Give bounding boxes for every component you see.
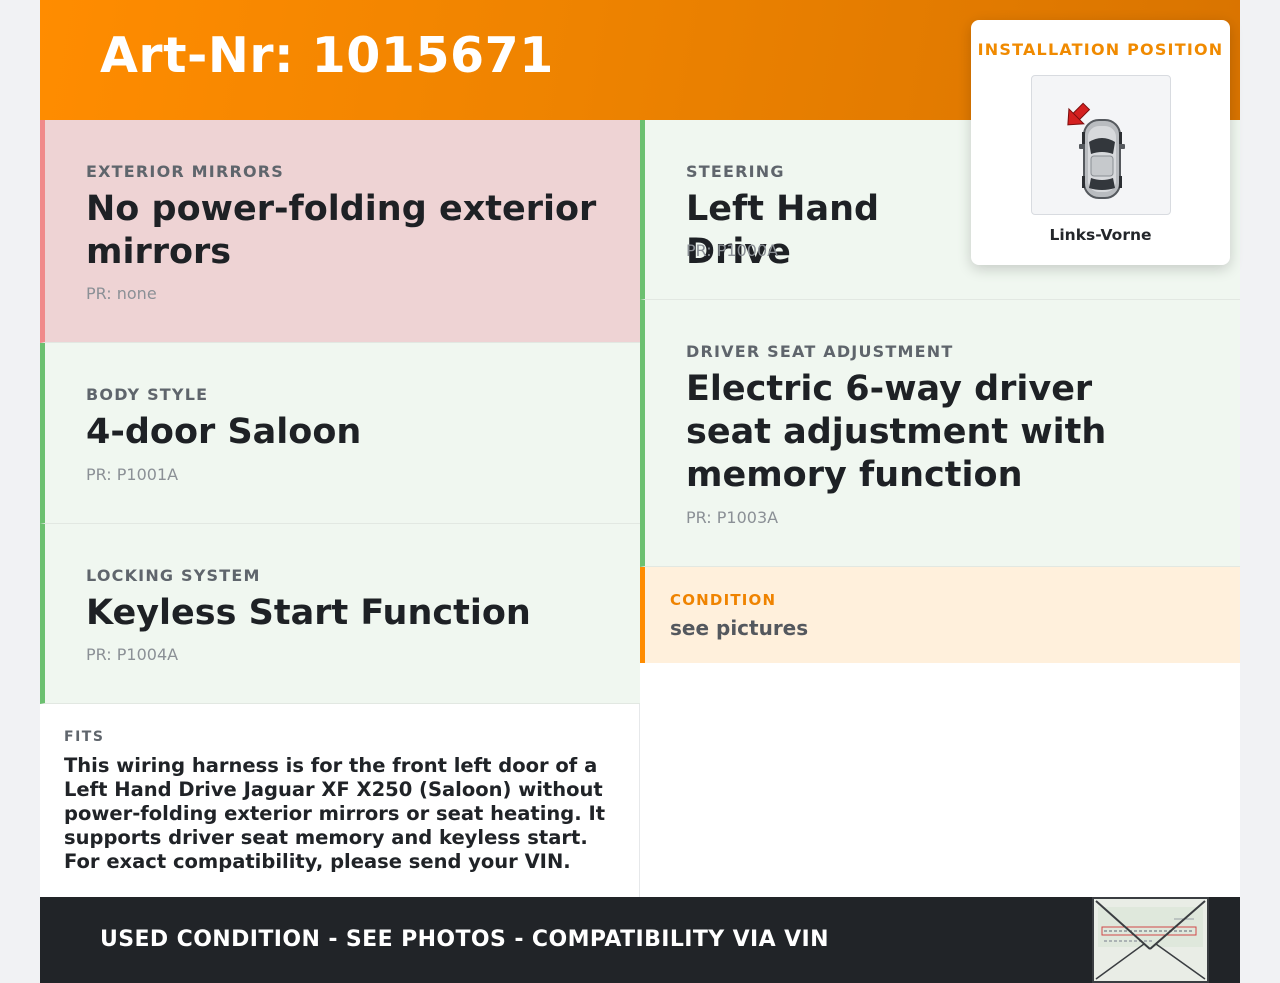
card-label: BODY STYLE: [86, 385, 209, 404]
condition-text: see pictures: [670, 616, 809, 640]
card-label: STEERING: [686, 162, 785, 181]
card-value: No power-folding exterior mirrors: [86, 189, 597, 272]
condition-label: CONDITION: [670, 591, 777, 609]
fits-label: FITS: [64, 729, 105, 745]
card-pr-code: PR: P1003A: [686, 508, 779, 527]
vehicle-document-thumbnail-icon[interactable]: [1092, 897, 1209, 983]
card-label: LOCKING SYSTEM: [86, 566, 261, 585]
card-value: Left Hand Drive: [686, 189, 880, 272]
card-pr-code: PR: P1000A: [686, 241, 779, 260]
installation-position-caption: Links-Vorne: [1049, 226, 1152, 244]
installation-image-frame[interactable]: [1031, 75, 1171, 215]
card-exterior-mirrors: EXTERIOR MIRRORS No power-folding exteri…: [40, 120, 640, 343]
car-top-view-icon: [1067, 102, 1125, 199]
article-number-title: Art-Nr: 1015671: [100, 27, 554, 84]
card-value: Electric 6-way driver seat adjustment wi…: [686, 369, 1107, 495]
footer-text: USED CONDITION - SEE PHOTOS - COMPATIBIL…: [100, 927, 829, 952]
card-label: DRIVER SEAT ADJUSTMENT: [686, 342, 954, 361]
fits-section: FITS This wiring harness is for the fron…: [40, 704, 640, 897]
card-locking-system: LOCKING SYSTEM Keyless Start Function PR…: [40, 524, 640, 704]
installation-position-box: INSTALLATION POSITION Links-Vorne: [971, 20, 1230, 265]
fits-description: This wiring harness is for the front lef…: [64, 754, 606, 873]
card-pr-code: PR: P1001A: [86, 465, 179, 484]
card-value: 4-door Saloon: [86, 412, 362, 452]
card-pr-code: PR: none: [86, 284, 157, 303]
card-value: Keyless Start Function: [86, 593, 531, 633]
condition-box: CONDITION see pictures: [640, 567, 1240, 663]
card-label: EXTERIOR MIRRORS: [86, 162, 285, 181]
footer-bar: USED CONDITION - SEE PHOTOS - COMPATIBIL…: [40, 897, 1240, 983]
card-body-style: BODY STYLE 4-door Saloon PR: P1001A: [40, 343, 640, 524]
installation-position-title: INSTALLATION POSITION: [977, 40, 1224, 59]
card-pr-code: PR: P1004A: [86, 645, 179, 664]
card-driver-seat-adjustment: DRIVER SEAT ADJUSTMENT Electric 6-way dr…: [640, 300, 1240, 567]
